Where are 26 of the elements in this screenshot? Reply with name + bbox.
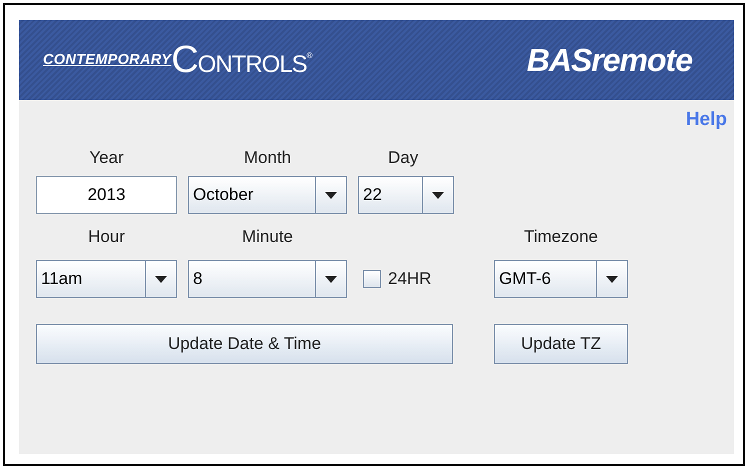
logo-prefix: CONTEMPORARY: [43, 52, 172, 68]
caret-icon: [325, 192, 337, 198]
checkbox[interactable]: [363, 270, 381, 288]
dropdown[interactable]: 22: [358, 176, 454, 214]
field-label: Timezone: [522, 227, 599, 247]
logo-name: CONTROLS: [171, 38, 307, 82]
field-label: Minute: [240, 227, 294, 247]
update-button[interactable]: Update TZ: [494, 324, 628, 364]
caret-icon: [432, 192, 444, 198]
caret-icon: [155, 276, 167, 282]
field-label: Month: [242, 148, 292, 168]
dropdown[interactable]: GMT-6: [494, 260, 628, 298]
dropdown[interactable]: October: [188, 176, 347, 214]
field-label: Year: [88, 148, 125, 168]
field-label: Hour: [87, 227, 126, 247]
checkbox-label: 24HR: [388, 269, 432, 289]
trademark-mark: ®: [306, 50, 313, 60]
dropdown[interactable]: 11am: [36, 260, 177, 298]
caret-icon: [325, 276, 337, 282]
year-field[interactable]: 2013: [36, 176, 177, 214]
product-name: BASremote: [526, 42, 692, 78]
dropdown[interactable]: 8: [188, 260, 347, 298]
field-label: Day: [387, 148, 420, 168]
caret-icon: [606, 276, 618, 282]
update-button[interactable]: Update Date & Time: [36, 324, 453, 364]
help-link[interactable]: Help: [686, 109, 727, 131]
